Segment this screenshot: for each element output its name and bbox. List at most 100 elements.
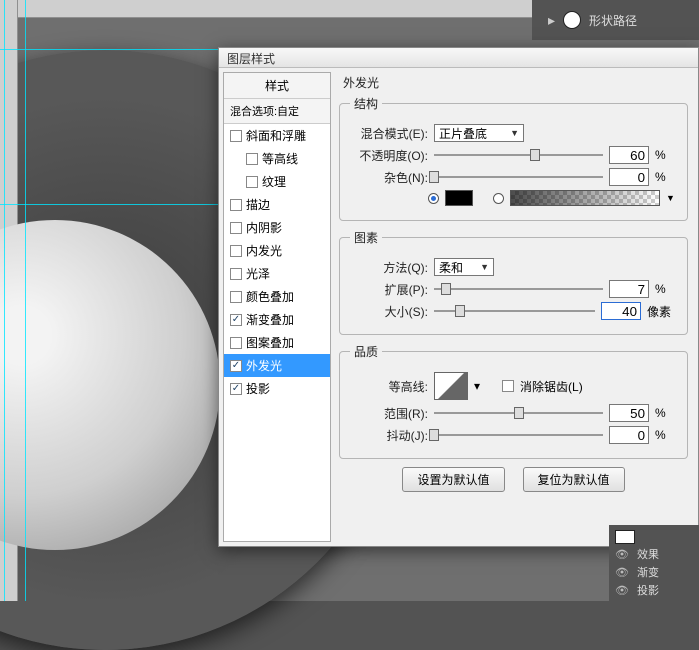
structure-legend: 结构	[350, 95, 382, 112]
elements-group: 图素 方法(Q): 柔和 ▼ 扩展(P): % 大小(S):	[339, 229, 688, 335]
style-checkbox[interactable]	[230, 337, 242, 349]
style-item-3[interactable]: 描边	[224, 193, 330, 216]
chevron-down-icon[interactable]: ▾	[474, 379, 480, 393]
noise-slider[interactable]	[434, 170, 603, 184]
style-checkbox[interactable]	[230, 222, 242, 234]
style-item-label: 纹理	[262, 173, 286, 190]
blend-mode-combo[interactable]: 正片叠底 ▼	[434, 124, 524, 142]
fx-row[interactable]: 👁投影	[615, 581, 693, 599]
style-checkbox[interactable]	[230, 291, 242, 303]
size-unit: 像素	[647, 303, 677, 320]
range-slider[interactable]	[434, 406, 603, 420]
shape-path-label: 形状路径	[589, 12, 637, 29]
style-item-1[interactable]: 等高线	[224, 147, 330, 170]
noise-unit: %	[655, 170, 677, 184]
make-default-button[interactable]: 设置为默认值	[402, 467, 504, 492]
style-item-0[interactable]: 斜面和浮雕	[224, 124, 330, 147]
layer-thumb[interactable]	[615, 530, 635, 544]
style-checkbox[interactable]	[246, 176, 258, 188]
style-checkbox[interactable]	[230, 360, 242, 372]
opacity-label: 不透明度(O):	[350, 147, 428, 164]
fx-row[interactable]: 👁效果	[615, 545, 693, 563]
fx-row[interactable]: 👁渐变	[615, 563, 693, 581]
spread-slider[interactable]	[434, 282, 603, 296]
style-item-label: 渐变叠加	[246, 311, 294, 328]
contour-label: 等高线:	[350, 378, 428, 395]
contour-picker[interactable]	[434, 372, 468, 400]
style-checkbox[interactable]	[230, 314, 242, 326]
style-checkbox[interactable]	[230, 130, 242, 142]
reset-default-button[interactable]: 复位为默认值	[523, 467, 625, 492]
jitter-unit: %	[655, 428, 677, 442]
antialias-label: 消除锯齿(L)	[520, 378, 583, 395]
color-radio[interactable]	[428, 193, 439, 204]
style-checkbox[interactable]	[230, 245, 242, 257]
style-item-6[interactable]: 光泽	[224, 262, 330, 285]
style-item-2[interactable]: 纹理	[224, 170, 330, 193]
size-input[interactable]	[601, 302, 641, 320]
options-bar: ▸ 形状路径	[532, 0, 699, 40]
style-item-7[interactable]: 颜色叠加	[224, 285, 330, 308]
spread-label: 扩展(P):	[350, 281, 428, 298]
opacity-slider[interactable]	[434, 148, 603, 162]
gradient-radio[interactable]	[493, 193, 504, 204]
fill-swatch[interactable]	[563, 11, 581, 29]
size-label: 大小(S):	[350, 303, 428, 320]
structure-group: 结构 混合模式(E): 正片叠底 ▼ 不透明度(O): % 杂色(N):	[339, 95, 688, 221]
glow-color-swatch[interactable]	[445, 190, 473, 206]
style-item-5[interactable]: 内发光	[224, 239, 330, 262]
guide-vertical[interactable]	[25, 0, 26, 601]
guide-vertical[interactable]	[4, 0, 5, 601]
style-item-label: 内阴影	[246, 219, 282, 236]
blending-options-header[interactable]: 混合选项:自定	[224, 99, 330, 124]
guide-horizontal[interactable]	[0, 49, 220, 50]
chevron-down-icon: ▼	[480, 262, 489, 272]
quality-group: 品质 等高线: ▾ 消除锯齿(L) 范围(R): % 抖动(J):	[339, 343, 688, 459]
opacity-input[interactable]	[609, 146, 649, 164]
opacity-unit: %	[655, 148, 677, 162]
styles-header[interactable]: 样式	[224, 73, 330, 99]
glow-gradient-swatch[interactable]	[510, 190, 660, 206]
style-checkbox[interactable]	[230, 268, 242, 280]
technique-label: 方法(Q):	[350, 259, 428, 276]
artwork-dial	[0, 220, 220, 550]
style-item-11[interactable]: 投影	[224, 377, 330, 400]
jitter-slider[interactable]	[434, 428, 603, 442]
dialog-title[interactable]: 图层样式	[219, 48, 698, 68]
style-item-label: 外发光	[246, 357, 282, 374]
range-label: 范围(R):	[350, 405, 428, 422]
blend-mode-label: 混合模式(E):	[350, 125, 428, 142]
style-item-8[interactable]: 渐变叠加	[224, 308, 330, 331]
range-input[interactable]	[609, 404, 649, 422]
spread-input[interactable]	[609, 280, 649, 298]
style-checkbox[interactable]	[230, 199, 242, 211]
style-item-label: 图案叠加	[246, 334, 294, 351]
style-item-10[interactable]: 外发光	[224, 354, 330, 377]
noise-input[interactable]	[609, 168, 649, 186]
eye-icon[interactable]: 👁	[615, 548, 629, 561]
eye-icon[interactable]: 👁	[615, 566, 629, 579]
size-slider[interactable]	[434, 304, 595, 318]
style-checkbox[interactable]	[230, 383, 242, 395]
style-item-label: 内发光	[246, 242, 282, 259]
layers-panel-peek: 👁效果 👁渐变 👁投影	[609, 525, 699, 601]
eye-icon[interactable]: 👁	[615, 584, 629, 597]
jitter-input[interactable]	[609, 426, 649, 444]
spread-unit: %	[655, 282, 677, 296]
style-item-4[interactable]: 内阴影	[224, 216, 330, 239]
chevron-down-icon[interactable]: ▼	[666, 193, 675, 203]
style-checkbox[interactable]	[246, 153, 258, 165]
blend-mode-value: 正片叠底	[439, 125, 487, 142]
range-unit: %	[655, 406, 677, 420]
style-item-9[interactable]: 图案叠加	[224, 331, 330, 354]
quality-legend: 品质	[350, 343, 382, 360]
antialias-checkbox[interactable]	[502, 380, 514, 392]
elements-legend: 图素	[350, 229, 382, 246]
style-item-label: 斜面和浮雕	[246, 127, 306, 144]
technique-combo[interactable]: 柔和 ▼	[434, 258, 494, 276]
effect-settings-panel: 外发光 结构 混合模式(E): 正片叠底 ▼ 不透明度(O): %	[335, 68, 698, 546]
panel-title: 外发光	[343, 74, 688, 91]
guide-horizontal[interactable]	[0, 204, 220, 205]
play-icon[interactable]: ▸	[548, 12, 555, 29]
chevron-down-icon: ▼	[510, 128, 519, 138]
